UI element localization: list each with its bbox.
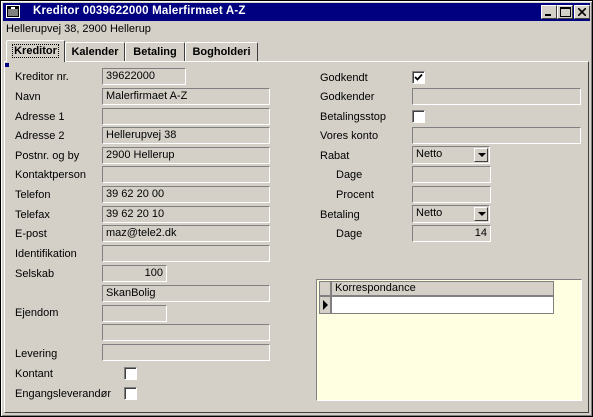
betaling-dropdown[interactable]: Netto: [412, 205, 490, 223]
window-title: Kreditor 0039622000 Malerfirmaet A-Z: [33, 5, 246, 17]
rabat-dage-field[interactable]: [412, 166, 491, 183]
levering-field[interactable]: [102, 344, 270, 361]
title-bar[interactable]: Kreditor 0039622000 Malerfirmaet A-Z: [3, 3, 590, 21]
tab-kalender[interactable]: Kalender: [65, 42, 125, 61]
adresse1-field[interactable]: [102, 108, 270, 125]
betaling-dage-field[interactable]: 14: [412, 225, 491, 242]
rabat-procent-field[interactable]: [412, 186, 491, 203]
epost-field[interactable]: maz@tele2.dk: [102, 225, 270, 242]
identifikation-label: Identifikation: [15, 248, 77, 260]
betalingsstop-checkbox[interactable]: [412, 110, 425, 123]
address-subtitle: Hellerupvej 38, 2900 Hellerup: [6, 23, 151, 35]
vores-konto-field[interactable]: [412, 127, 581, 144]
telefax-field[interactable]: 39 62 20 10: [102, 206, 270, 223]
betaling-dage-label: Dage: [336, 228, 363, 240]
minimize-icon: [545, 14, 551, 16]
panel-accent: [5, 63, 9, 67]
rabat-dage-label: Dage: [336, 169, 363, 181]
telefon-field[interactable]: 39 62 20 00: [102, 186, 270, 203]
maximize-icon: [560, 7, 571, 17]
vores-konto-label: Vores konto: [320, 130, 379, 142]
tab-bogholderi-label: Bogholderi: [192, 46, 251, 58]
kontaktperson-field[interactable]: [102, 166, 270, 183]
rabat-procent-label: Procent: [336, 189, 374, 201]
engangsleverandor-label: Engangsleverandør: [15, 388, 112, 400]
godkendt-checkbox[interactable]: [412, 71, 425, 84]
telefax-label: Telefax: [15, 209, 50, 221]
minimize-button[interactable]: [541, 5, 557, 19]
betalingsstop-label: Betalingsstop: [320, 111, 387, 123]
kontant-label: Kontant: [15, 368, 53, 380]
epost-label: E-post: [15, 228, 47, 240]
ejendom-label: Ejendom: [15, 307, 59, 319]
maximize-button[interactable]: [557, 5, 573, 19]
navn-field[interactable]: Malerfirmaet A-Z: [102, 88, 270, 105]
grid-new-row-cell[interactable]: [331, 296, 554, 314]
kontaktperson-label: Kontaktperson: [15, 169, 86, 181]
rabat-value: Netto: [416, 148, 443, 160]
kreditor-nr-label: Kreditor nr.: [15, 71, 69, 83]
tab-betaling-label: Betaling: [133, 46, 177, 58]
selskab-field[interactable]: 100: [102, 265, 167, 282]
selskab-label: Selskab: [15, 268, 55, 280]
rabat-label: Rabat: [320, 150, 350, 162]
adresse1-label: Adresse 1: [15, 111, 65, 123]
betaling-value: Netto: [416, 207, 443, 219]
close-icon: [578, 8, 586, 16]
adresse2-label: Adresse 2: [15, 130, 65, 142]
grid-column-header[interactable]: Korrespondance: [331, 281, 554, 296]
checkmark-icon: [414, 73, 423, 81]
ejendom-name-field: [102, 324, 270, 341]
tab-kreditor[interactable]: Kreditor: [6, 40, 65, 62]
tab-kalender-label: Kalender: [71, 46, 119, 58]
godkendt-label: Godkendt: [320, 72, 368, 84]
levering-label: Levering: [15, 348, 58, 360]
postnr-field[interactable]: 2900 Hellerup: [102, 147, 270, 164]
godkender-field[interactable]: [412, 88, 581, 105]
betaling-label: Betaling: [320, 209, 360, 221]
chevron-down-icon[interactable]: [474, 148, 488, 162]
godkender-label: Godkender: [320, 91, 375, 103]
kreditor-window: Kreditor 0039622000 Malerfirmaet A-Z Hel…: [0, 0, 593, 417]
tab-bogholderi[interactable]: Bogholderi: [185, 42, 258, 61]
postnr-label: Postnr. og by: [15, 150, 80, 162]
selskab-name-field: SkanBolig: [102, 285, 270, 302]
close-button[interactable]: [574, 5, 590, 19]
telefon-label: Telefon: [15, 189, 51, 201]
kreditor-nr-field[interactable]: 39622000: [102, 68, 186, 85]
row-selector-arrow-icon[interactable]: [319, 296, 331, 314]
adresse2-field[interactable]: Hellerupvej 38: [102, 127, 270, 144]
tab-kreditor-label: Kreditor: [12, 44, 59, 58]
grid-corner: [319, 281, 331, 296]
ejendom-field[interactable]: [102, 305, 167, 322]
rabat-dropdown[interactable]: Netto: [412, 146, 490, 164]
navn-label: Navn: [15, 91, 41, 103]
app-icon: [6, 5, 20, 18]
engangsleverandor-checkbox[interactable]: [124, 387, 137, 400]
kontant-checkbox[interactable]: [124, 367, 137, 380]
identifikation-field[interactable]: [102, 245, 270, 262]
chevron-down-icon[interactable]: [474, 207, 488, 221]
tab-betaling[interactable]: Betaling: [125, 42, 185, 61]
